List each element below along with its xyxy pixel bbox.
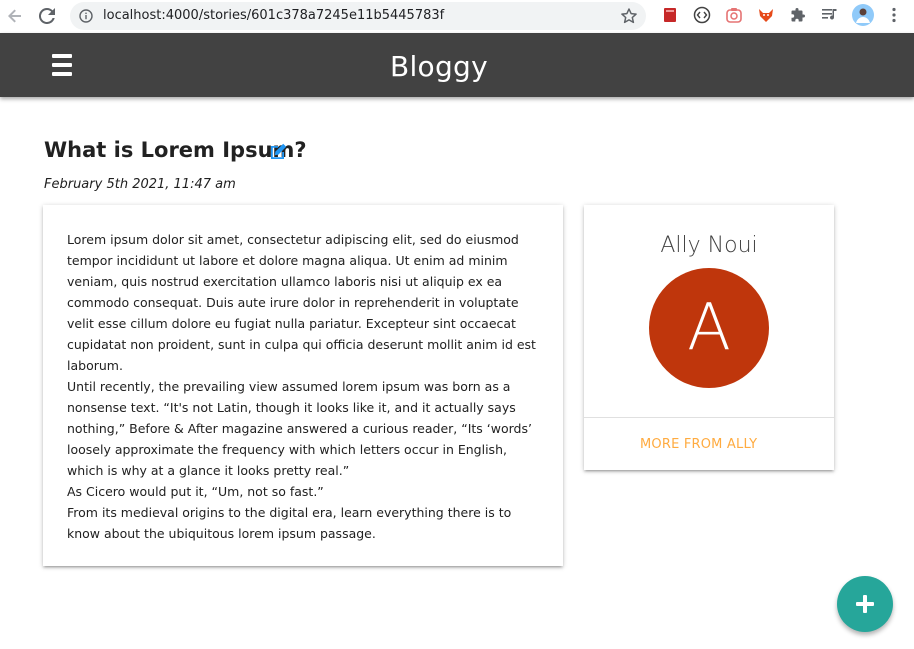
info-icon[interactable] xyxy=(79,9,93,23)
reload-icon[interactable] xyxy=(36,5,58,27)
browser-toolbar: localhost:4000/stories/601c378a7245e11b5… xyxy=(0,0,914,33)
app-navbar: Bloggy xyxy=(0,33,914,97)
story-paragraph: As Cicero would put it, “Um, not so fast… xyxy=(67,484,324,499)
story-paragraph: Lorem ipsum dolor sit amet, consectetur … xyxy=(67,232,536,373)
plus-icon xyxy=(856,595,874,613)
extensions-puzzle-icon[interactable] xyxy=(788,5,808,25)
profile-avatar-icon[interactable] xyxy=(851,3,875,27)
more-from-author-link[interactable]: More from Ally xyxy=(640,437,757,452)
card-divider xyxy=(584,417,834,418)
url-text[interactable]: localhost:4000/stories/601c378a7245e11b5… xyxy=(103,8,444,23)
story-body: Lorem ipsum dolor sit amet, consectetur … xyxy=(67,229,545,544)
bookmark-star-icon[interactable] xyxy=(620,7,638,25)
author-avatar: A xyxy=(649,268,769,388)
author-name: Ally Noui xyxy=(660,233,758,258)
extension-fox-icon[interactable] xyxy=(756,5,776,25)
story-paragraph: From its medieval origins to the digital… xyxy=(67,505,512,541)
extension-book-icon[interactable] xyxy=(660,5,680,25)
edit-icon[interactable] xyxy=(268,142,288,162)
story-date: February 5th 2021, 11:47 am xyxy=(44,177,236,192)
browser-menu-icon[interactable] xyxy=(884,5,904,25)
media-queue-icon[interactable] xyxy=(820,5,840,25)
author-card: Ally Noui A More from Ally xyxy=(584,205,834,470)
back-arrow-icon[interactable] xyxy=(4,5,26,27)
add-story-button[interactable] xyxy=(837,576,893,632)
extension-camera-icon[interactable] xyxy=(724,5,744,25)
extension-code-icon[interactable] xyxy=(692,5,712,25)
story-paragraph: Until recently, the prevailing view assu… xyxy=(67,379,532,478)
brand-logo[interactable]: Bloggy xyxy=(0,50,878,83)
address-bar[interactable]: localhost:4000/stories/601c378a7245e11b5… xyxy=(70,2,646,30)
story-body-card: Lorem ipsum dolor sit amet, consectetur … xyxy=(43,205,563,566)
